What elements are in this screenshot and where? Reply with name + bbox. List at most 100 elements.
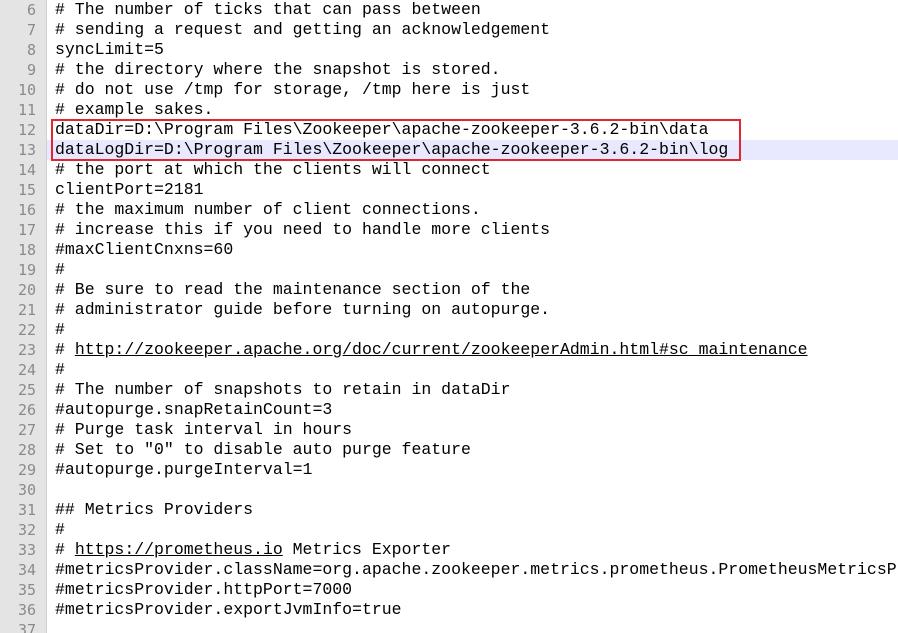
code-line[interactable]: 16 # the maximum number of client connect… [0, 200, 898, 220]
code-line[interactable]: 14 # the port at which the clients will c… [0, 160, 898, 180]
code-line[interactable]: 8 syncLimit=5 [0, 40, 898, 60]
line-text[interactable]: # Set to "0" to disable auto purge featu… [55, 440, 471, 460]
line-text[interactable]: dataLogDir=D:\Program Files\Zookeeper\ap… [55, 140, 728, 160]
line-number: 24 [17, 361, 36, 379]
line-number: 13 [17, 141, 36, 159]
line-text[interactable]: ## Metrics Providers [55, 500, 253, 520]
line-number: 25 [17, 381, 36, 399]
code-line[interactable]: 35 #metricsProvider.httpPort=7000 [0, 580, 898, 600]
line-number: 33 [17, 541, 36, 559]
line-number: 34 [17, 561, 36, 579]
text-editor[interactable]: 6 # The number of ticks that can pass bet… [0, 0, 898, 633]
line-number: 10 [17, 81, 36, 99]
code-line[interactable]: 37 [0, 620, 898, 633]
line-text[interactable]: # increase this if you need to handle mo… [55, 220, 550, 240]
code-line[interactable]: 34 #metricsProvider.className=org.apache.… [0, 560, 898, 580]
code-line[interactable]: 17 # increase this if you need to handle … [0, 220, 898, 240]
text-segment: # do not use /tmp for storage, /tmp here… [55, 80, 531, 99]
line-number: 29 [17, 461, 36, 479]
text-segment: # example sakes. [55, 100, 214, 119]
code-line[interactable]: 6 # The number of ticks that can pass bet… [0, 0, 898, 20]
line-text[interactable]: # the directory where the snapshot is st… [55, 60, 501, 80]
code-line[interactable]: 20 # Be sure to read the maintenance sect… [0, 280, 898, 300]
code-line[interactable]: 18 #maxClientCnxns=60 [0, 240, 898, 260]
text-segment: ## Metrics Providers [55, 500, 254, 519]
line-text[interactable]: # example sakes. [55, 100, 213, 120]
code-line[interactable]: 21 # administrator guide before turning o… [0, 300, 898, 320]
text-segment: #maxClientCnxns=60 [55, 240, 234, 259]
code-line[interactable]: 36 #metricsProvider.exportJvmInfo=true [0, 600, 898, 620]
code-line[interactable]: 7 # sending a request and getting an ackn… [0, 20, 898, 40]
text-segment: syncLimit=5 [55, 40, 164, 59]
code-line[interactable]: 29 #autopurge.purgeInterval=1 [0, 460, 898, 480]
line-number: 22 [17, 321, 36, 339]
line-text[interactable]: # https://prometheus.io Metrics Exporter [55, 540, 451, 560]
code-line[interactable]: 33 # https://prometheus.io Metrics Export… [0, 540, 898, 560]
line-text[interactable]: syncLimit=5 [55, 40, 164, 60]
line-text[interactable]: #maxClientCnxns=60 [55, 240, 233, 260]
text-segment: # Purge task interval in hours [55, 420, 353, 439]
code-line[interactable]: 24 # [0, 360, 898, 380]
code-line[interactable]: 15 clientPort=2181 [0, 180, 898, 200]
text-segment: # The number of snapshots to retain in d… [55, 380, 511, 399]
text-segment: # sending a request and getting an ackno… [55, 20, 551, 39]
line-text[interactable]: # Be sure to read the maintenance sectio… [55, 280, 530, 300]
code-line[interactable]: 9 # the directory where the snapshot is s… [0, 60, 898, 80]
line-number: 30 [17, 481, 36, 499]
hyperlink[interactable]: http://zookeeper.apache.org/doc/current/… [75, 340, 808, 359]
line-text[interactable]: # [55, 520, 65, 540]
hyperlink[interactable]: https://prometheus.io [75, 540, 283, 559]
line-text[interactable]: #autopurge.snapRetainCount=3 [55, 400, 332, 420]
code-line[interactable]: 30 [0, 480, 898, 500]
line-number: 35 [17, 581, 36, 599]
text-segment: #autopurge.snapRetainCount=3 [55, 400, 333, 419]
text-segment: # Be sure to read the maintenance sectio… [55, 280, 531, 299]
line-text[interactable]: # the maximum number of client connectio… [55, 200, 481, 220]
code-line[interactable]: 12 dataDir=D:\Program Files\Zookeeper\apa… [0, 120, 898, 140]
line-text[interactable]: #metricsProvider.className=org.apache.zo… [55, 560, 898, 580]
code-lines[interactable]: 6 # The number of ticks that can pass bet… [0, 0, 898, 633]
line-number: 14 [17, 161, 36, 179]
line-text[interactable]: # The number of snapshots to retain in d… [55, 380, 510, 400]
line-number: 26 [17, 401, 36, 419]
line-text[interactable]: #metricsProvider.httpPort=7000 [55, 580, 352, 600]
code-line[interactable]: 31 ## Metrics Providers [0, 500, 898, 520]
text-segment: # the maximum number of client connectio… [55, 200, 481, 219]
line-number: 8 [26, 41, 36, 59]
code-line[interactable]: 32 # [0, 520, 898, 540]
code-line[interactable]: 11 # example sakes. [0, 100, 898, 120]
line-text[interactable]: clientPort=2181 [55, 180, 204, 200]
line-text[interactable]: # Purge task interval in hours [55, 420, 352, 440]
code-line-current[interactable]: 13 dataLogDir=D:\Program Files\Zookeeper\… [0, 140, 898, 160]
line-text[interactable]: # administrator guide before turning on … [55, 300, 550, 320]
line-text[interactable]: # do not use /tmp for storage, /tmp here… [55, 80, 530, 100]
line-text[interactable]: dataDir=D:\Program Files\Zookeeper\apach… [55, 120, 709, 140]
code-line[interactable]: 27 # Purge task interval in hours [0, 420, 898, 440]
text-segment: # The number of ticks that can pass betw… [55, 0, 481, 19]
code-line[interactable]: 10 # do not use /tmp for storage, /tmp he… [0, 80, 898, 100]
line-text[interactable]: # sending a request and getting an ackno… [55, 20, 550, 40]
line-text[interactable]: #autopurge.purgeInterval=1 [55, 460, 312, 480]
text-segment: # [55, 320, 65, 339]
line-text[interactable]: #metricsProvider.exportJvmInfo=true [55, 600, 402, 620]
line-text[interactable]: # [55, 320, 65, 340]
line-number: 27 [17, 421, 36, 439]
code-line[interactable]: 23 # http://zookeeper.apache.org/doc/curr… [0, 340, 898, 360]
line-number: 23 [17, 341, 36, 359]
code-line[interactable]: 19 # [0, 260, 898, 280]
code-line[interactable]: 22 # [0, 320, 898, 340]
line-number: 9 [26, 61, 36, 79]
text-segment: # [55, 540, 75, 559]
code-line[interactable]: 25 # The number of snapshots to retain in… [0, 380, 898, 400]
line-text[interactable]: # [55, 360, 65, 380]
line-text[interactable]: # the port at which the clients will con… [55, 160, 491, 180]
line-text[interactable]: # [55, 260, 65, 280]
line-text[interactable]: # The number of ticks that can pass betw… [55, 0, 481, 20]
code-line[interactable]: 28 # Set to "0" to disable auto purge fea… [0, 440, 898, 460]
text-segment: # the directory where the snapshot is st… [55, 60, 501, 79]
line-number: 21 [17, 301, 36, 319]
code-line[interactable]: 26 #autopurge.snapRetainCount=3 [0, 400, 898, 420]
text-segment: # [55, 340, 75, 359]
line-text[interactable]: # http://zookeeper.apache.org/doc/curren… [55, 340, 808, 360]
text-segment: #metricsProvider.exportJvmInfo=true [55, 600, 402, 619]
